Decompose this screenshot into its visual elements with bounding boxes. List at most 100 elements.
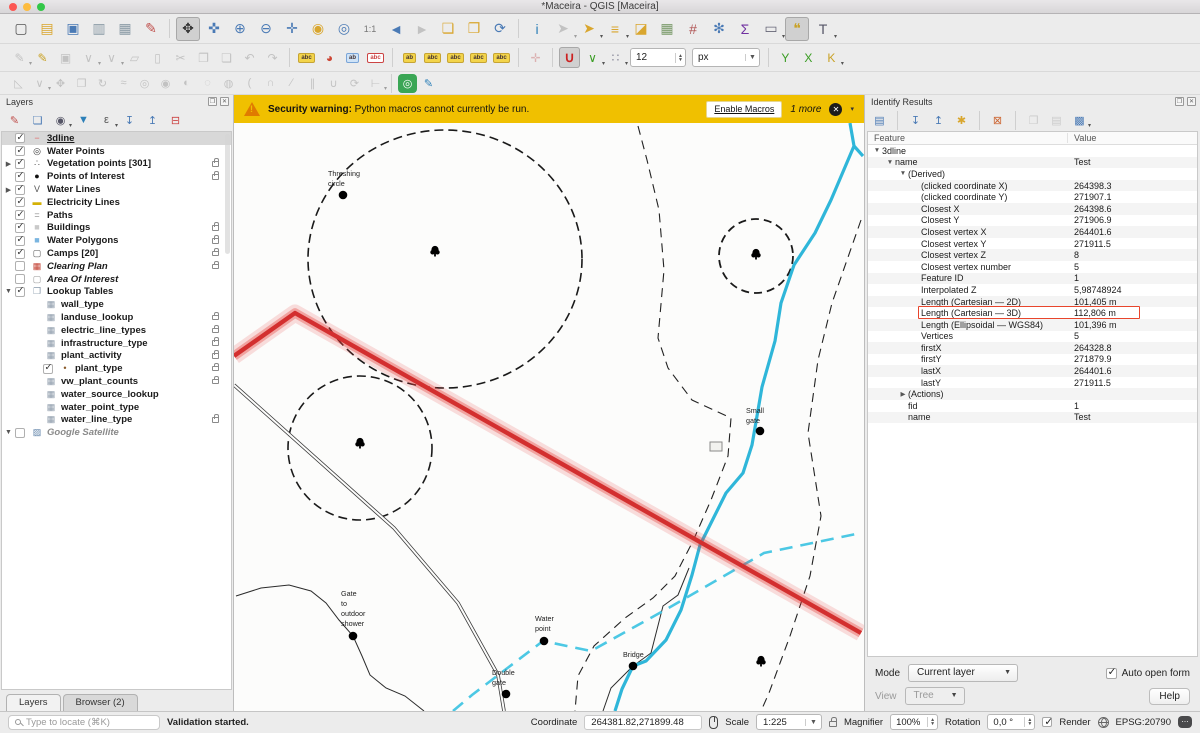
labeling-options-icon[interactable]: abc — [296, 47, 317, 68]
layer-visibility-checkbox[interactable] — [15, 146, 25, 156]
minimize-window-button[interactable] — [23, 3, 31, 11]
identify-row-vertices[interactable]: Vertices5 — [868, 331, 1197, 343]
panel-close-icon[interactable]: ✕ — [1187, 97, 1196, 106]
layer-visibility-checkbox[interactable] — [43, 364, 53, 374]
layer-visibility-checkbox[interactable] — [15, 428, 25, 438]
rotate-label-icon[interactable]: abc — [468, 47, 489, 68]
layer-item-plant-activity[interactable]: ▦plant_activity — [2, 350, 231, 363]
diagram-options-icon[interactable]: ◕ — [319, 47, 340, 68]
new-spatial-bookmark-icon[interactable]: ❏ — [436, 17, 460, 41]
locator-search-input[interactable]: Type to locate (⌘K) — [8, 715, 160, 730]
identify-row-name[interactable]: nameTest — [868, 412, 1197, 424]
pin-labels-icon[interactable]: ab — [342, 47, 363, 68]
identify-row-length-cartesian-3d[interactable]: Length (Cartesian — 3D)112,806 m — [868, 307, 1197, 319]
text-annotation-icon[interactable]: T▾ — [811, 17, 835, 41]
layer-item-area-of-interest[interactable]: ▢Area Of Interest — [2, 273, 231, 286]
layer-item-water-point-type[interactable]: ▦water_point_type — [2, 401, 231, 414]
more-messages-link[interactable]: 1 more — [790, 104, 821, 115]
zoom-to-layer-icon[interactable]: ◎ — [332, 17, 356, 41]
layer-visibility-checkbox[interactable] — [15, 249, 25, 259]
filter-legend-icon[interactable]: ▼ — [74, 111, 93, 130]
zoom-full-icon[interactable]: ✛ — [280, 17, 304, 41]
processing-toolbox-icon[interactable]: ✻ — [707, 17, 731, 41]
layer-visibility-checkbox[interactable] — [15, 197, 25, 207]
layer-item-electricity-lines[interactable]: ▬Electricity Lines — [2, 196, 231, 209]
expander-icon[interactable]: ▼ — [2, 429, 15, 436]
show-layout-manager-icon[interactable]: ▦ — [113, 17, 137, 41]
scale-lock-icon[interactable] — [829, 721, 837, 727]
layer-item-clearing-plan[interactable]: ▦Clearing Plan — [2, 260, 231, 273]
collapse-all-icon[interactable]: ↥ — [929, 111, 948, 130]
magnifier-spinner[interactable]: 100%▲▼ — [890, 714, 938, 730]
identify-row-closest-x[interactable]: Closest X264398.6 — [868, 203, 1197, 215]
expander-icon[interactable]: ▼ — [2, 288, 15, 295]
identify-row-closest-vertex-x[interactable]: Closest vertex X264401.6 — [868, 226, 1197, 238]
mode-dropdown[interactable]: Current layer▼ — [908, 664, 1018, 682]
layer-item-water-source-lookup[interactable]: ▦water_source_lookup — [2, 388, 231, 401]
save-project-icon[interactable]: ▣ — [61, 17, 85, 41]
enable-tracing-icon[interactable]: K▾ — [821, 47, 842, 68]
layer-item-google-satellite[interactable]: ▼▨Google Satellite — [2, 426, 231, 439]
enable-macros-button[interactable]: Enable Macros — [706, 101, 782, 118]
layer-item-vegetation-points-301[interactable]: ▶∴Vegetation points [301] — [2, 158, 231, 171]
layer-visibility-checkbox[interactable] — [15, 274, 25, 284]
identify-row-closest-y[interactable]: Closest Y271906.9 — [868, 215, 1197, 227]
layer-item-water-line-type[interactable]: ▦water_line_type — [2, 414, 231, 427]
layer-visibility-checkbox[interactable] — [15, 261, 25, 271]
pan-to-selection-icon[interactable]: ✜ — [202, 17, 226, 41]
open-layer-styling-icon[interactable]: ✎ — [5, 111, 24, 130]
pin-unpin-labels-icon[interactable]: ab — [399, 47, 420, 68]
show-hide-labels-icon[interactable]: abc — [422, 47, 443, 68]
messages-icon[interactable]: ⋯ — [1178, 716, 1192, 728]
identify-row-length-ellipsoidal-wgs84[interactable]: Length (Ellipsoidal — WGS84)101,396 m — [868, 319, 1197, 331]
expander-icon[interactable]: ▼ — [872, 147, 882, 154]
zoom-to-selection-icon[interactable]: ◉ — [306, 17, 330, 41]
identify-row-derived[interactable]: ▼(Derived) — [868, 168, 1197, 180]
topological-editing-icon[interactable]: Y — [775, 47, 796, 68]
identify-row-closest-vertex-z[interactable]: Closest vertex Z8 — [868, 249, 1197, 261]
feature-column-header[interactable]: Feature — [868, 133, 1068, 143]
auto-open-form-checkbox[interactable] — [1106, 668, 1117, 679]
statistical-summary-icon[interactable]: Σ — [733, 17, 757, 41]
layer-item-water-polygons[interactable]: ■Water Polygons — [2, 234, 231, 247]
refresh-map-icon[interactable]: ⟳ — [488, 17, 512, 41]
identify-row-firstx[interactable]: firstX264328.8 — [868, 342, 1197, 354]
layer-item-camps-20[interactable]: ▢Camps [20] — [2, 247, 231, 260]
layer-item-lookup-tables[interactable]: ▼❐Lookup Tables — [2, 286, 231, 299]
osm-place-search-icon[interactable]: ✎ — [419, 74, 438, 93]
panel-float-icon[interactable]: ❐ — [208, 97, 217, 106]
open-project-icon[interactable]: ▤ — [35, 17, 59, 41]
open-form-icon[interactable]: ▤ — [870, 111, 889, 130]
snapping-toggle-icon[interactable]: ∪ — [559, 47, 580, 68]
tab-browser-2[interactable]: Browser (2) — [63, 694, 138, 711]
layer-visibility-checkbox[interactable] — [15, 159, 25, 169]
highlight-pinned-labels-icon[interactable]: abc — [365, 47, 386, 68]
layer-item-paths[interactable]: =Paths — [2, 209, 231, 222]
rotation-spinner[interactable]: 0,0 °▲▼ — [987, 714, 1035, 730]
snapping-on-intersection-icon[interactable]: X — [798, 47, 819, 68]
crs-globe-icon[interactable] — [1098, 717, 1109, 728]
select-by-location-icon[interactable]: ➤▾ — [577, 17, 601, 41]
identify-row-closest-vertex-y[interactable]: Closest vertex Y271911.5 — [868, 238, 1197, 250]
zoom-last-icon[interactable]: ◄ — [384, 17, 408, 41]
measure-icon[interactable]: ▭▾ — [759, 17, 783, 41]
coordinate-input[interactable]: 264381.82,271899.48 — [584, 715, 702, 730]
identify-row-length-cartesian-2d[interactable]: Length (Cartesian — 2D)101,405 m — [868, 296, 1197, 308]
tab-layers[interactable]: Layers — [6, 694, 61, 711]
new-project-icon[interactable]: ▢ — [9, 17, 33, 41]
banner-close-icon[interactable]: ✕ — [829, 103, 842, 116]
identify-row-name[interactable]: ▼nameTest — [868, 157, 1197, 169]
filter-by-expression-icon[interactable]: ε▾ — [97, 111, 116, 130]
expand-new-results-icon[interactable]: ✱ — [952, 111, 971, 130]
identify-row-lastx[interactable]: lastX264401.6 — [868, 365, 1197, 377]
layer-item-water-points[interactable]: ◎Water Points — [2, 145, 231, 158]
snapping-mode-icon[interactable]: ∨▾ — [582, 47, 603, 68]
zoom-window-button[interactable] — [37, 3, 45, 11]
layer-visibility-checkbox[interactable] — [15, 236, 25, 246]
metasearch-icon[interactable]: ◎ — [398, 74, 417, 93]
map-canvas[interactable]: ThreshingcircleSmallgateGatetooutdoorsho… — [234, 95, 864, 711]
layer-tree-scrollbar[interactable] — [225, 134, 230, 254]
layer-visibility-checkbox[interactable] — [15, 223, 25, 233]
layer-item-plant-type[interactable]: •plant_type — [2, 362, 231, 375]
field-calculator-icon[interactable]: # — [681, 17, 705, 41]
